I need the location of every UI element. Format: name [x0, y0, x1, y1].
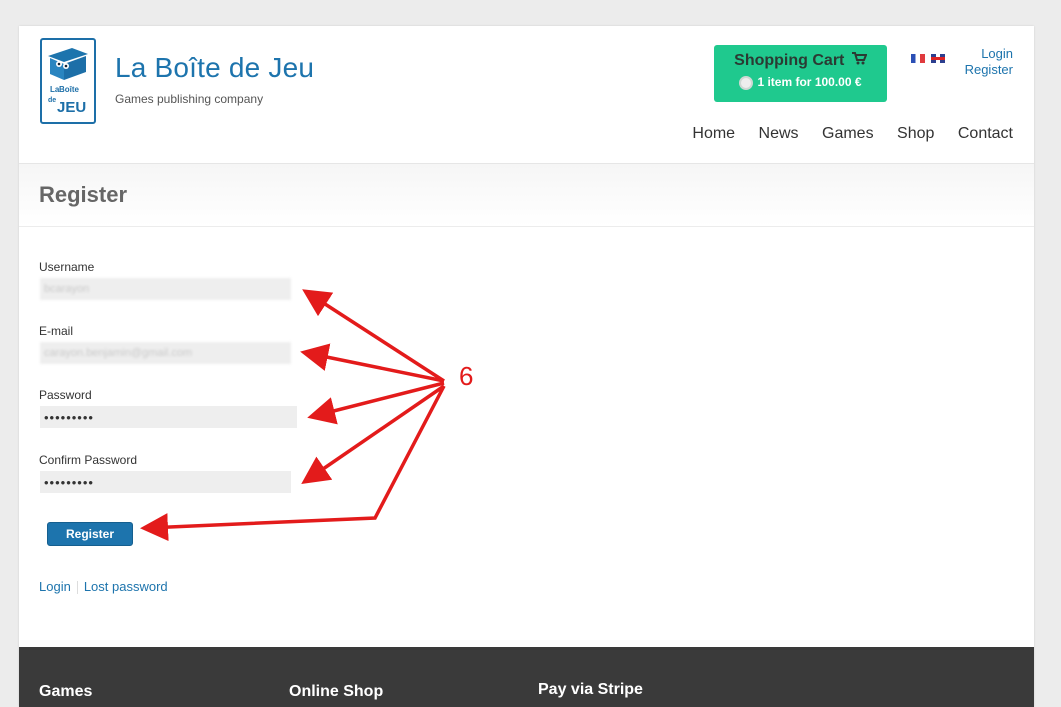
footer-shop-heading: Online Shop	[289, 683, 384, 700]
footer-stripe-heading: Pay via Stripe	[538, 681, 643, 698]
footer-games-heading: Games	[39, 683, 93, 700]
page-container: La Boîte de JEU La Boîte de Jeu Games pu…	[19, 26, 1034, 707]
arrow-to-register	[140, 385, 446, 542]
annotation-arrow-group	[140, 289, 446, 542]
annotation-number: 6	[459, 361, 474, 391]
footer: Games Online Shop Pay via Stripe	[19, 647, 1034, 707]
annotation-arrows	[140, 289, 446, 542]
